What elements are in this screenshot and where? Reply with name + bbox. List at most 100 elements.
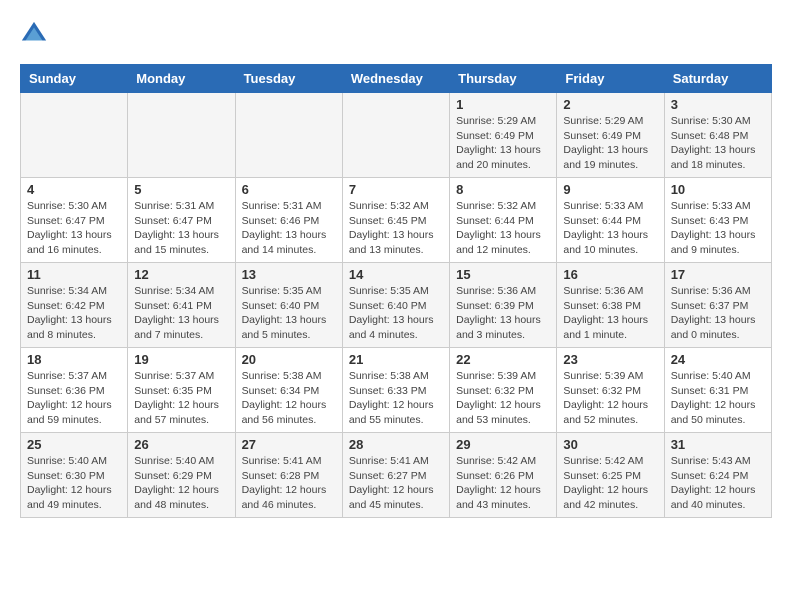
day-number: 12 xyxy=(134,267,228,282)
calendar-cell: 30 Sunrise: 5:42 AM Sunset: 6:25 PM Dayli… xyxy=(557,433,664,518)
day-info: Sunrise: 5:36 AM Sunset: 6:37 PM Dayligh… xyxy=(671,284,765,343)
calendar-cell: 13 Sunrise: 5:35 AM Sunset: 6:40 PM Dayli… xyxy=(235,263,342,348)
weekday-header-thursday: Thursday xyxy=(450,65,557,93)
day-number: 10 xyxy=(671,182,765,197)
day-info: Sunrise: 5:30 AM Sunset: 6:47 PM Dayligh… xyxy=(27,199,121,258)
calendar-cell: 12 Sunrise: 5:34 AM Sunset: 6:41 PM Dayli… xyxy=(128,263,235,348)
calendar-cell: 2 Sunrise: 5:29 AM Sunset: 6:49 PM Daylig… xyxy=(557,93,664,178)
calendar-cell: 6 Sunrise: 5:31 AM Sunset: 6:46 PM Daylig… xyxy=(235,178,342,263)
calendar-cell: 14 Sunrise: 5:35 AM Sunset: 6:40 PM Dayli… xyxy=(342,263,449,348)
day-number: 7 xyxy=(349,182,443,197)
day-number: 6 xyxy=(242,182,336,197)
day-number: 16 xyxy=(563,267,657,282)
week-row-4: 18Sunrise: 5:37 AM Sunset: 6:36 PM Dayli… xyxy=(21,348,772,433)
day-info: Sunrise: 5:37 AM Sunset: 6:35 PM Dayligh… xyxy=(134,369,228,428)
day-number: 11 xyxy=(27,267,121,282)
calendar-cell: 18Sunrise: 5:37 AM Sunset: 6:36 PM Dayli… xyxy=(21,348,128,433)
week-row-5: 25Sunrise: 5:40 AM Sunset: 6:30 PM Dayli… xyxy=(21,433,772,518)
week-row-1: 1 Sunrise: 5:29 AM Sunset: 6:49 PM Daylig… xyxy=(21,93,772,178)
day-number: 30 xyxy=(563,437,657,452)
day-info: Sunrise: 5:38 AM Sunset: 6:33 PM Dayligh… xyxy=(349,369,443,428)
day-number: 3 xyxy=(671,97,765,112)
day-info: Sunrise: 5:32 AM Sunset: 6:44 PM Dayligh… xyxy=(456,199,550,258)
calendar-table: SundayMondayTuesdayWednesdayThursdayFrid… xyxy=(20,64,772,518)
logo xyxy=(20,20,54,48)
day-info: Sunrise: 5:43 AM Sunset: 6:24 PM Dayligh… xyxy=(671,454,765,513)
calendar-cell: 17 Sunrise: 5:36 AM Sunset: 6:37 PM Dayli… xyxy=(664,263,771,348)
calendar-cell: 16 Sunrise: 5:36 AM Sunset: 6:38 PM Dayli… xyxy=(557,263,664,348)
day-number: 5 xyxy=(134,182,228,197)
day-number: 31 xyxy=(671,437,765,452)
day-info: Sunrise: 5:41 AM Sunset: 6:27 PM Dayligh… xyxy=(349,454,443,513)
day-info: Sunrise: 5:34 AM Sunset: 6:41 PM Dayligh… xyxy=(134,284,228,343)
calendar-cell: 11 Sunrise: 5:34 AM Sunset: 6:42 PM Dayli… xyxy=(21,263,128,348)
logo-icon xyxy=(20,20,48,48)
calendar-cell: 5 Sunrise: 5:31 AM Sunset: 6:47 PM Daylig… xyxy=(128,178,235,263)
calendar-cell: 7 Sunrise: 5:32 AM Sunset: 6:45 PM Daylig… xyxy=(342,178,449,263)
day-info: Sunrise: 5:42 AM Sunset: 6:26 PM Dayligh… xyxy=(456,454,550,513)
day-info: Sunrise: 5:31 AM Sunset: 6:46 PM Dayligh… xyxy=(242,199,336,258)
calendar-cell: 19 Sunrise: 5:37 AM Sunset: 6:35 PM Dayli… xyxy=(128,348,235,433)
calendar-cell: 4 Sunrise: 5:30 AM Sunset: 6:47 PM Daylig… xyxy=(21,178,128,263)
day-number: 9 xyxy=(563,182,657,197)
calendar-cell: 8 Sunrise: 5:32 AM Sunset: 6:44 PM Daylig… xyxy=(450,178,557,263)
day-number: 23 xyxy=(563,352,657,367)
calendar-cell: 26Sunrise: 5:40 AM Sunset: 6:29 PM Dayli… xyxy=(128,433,235,518)
calendar-cell: 28 Sunrise: 5:41 AM Sunset: 6:27 PM Dayli… xyxy=(342,433,449,518)
day-info: Sunrise: 5:33 AM Sunset: 6:43 PM Dayligh… xyxy=(671,199,765,258)
calendar-cell: 21 Sunrise: 5:38 AM Sunset: 6:33 PM Dayli… xyxy=(342,348,449,433)
day-number: 4 xyxy=(27,182,121,197)
day-number: 20 xyxy=(242,352,336,367)
weekday-header-sunday: Sunday xyxy=(21,65,128,93)
day-info: Sunrise: 5:30 AM Sunset: 6:48 PM Dayligh… xyxy=(671,114,765,173)
calendar-cell: 3 Sunrise: 5:30 AM Sunset: 6:48 PM Daylig… xyxy=(664,93,771,178)
day-info: Sunrise: 5:38 AM Sunset: 6:34 PM Dayligh… xyxy=(242,369,336,428)
weekday-header-saturday: Saturday xyxy=(664,65,771,93)
day-info: Sunrise: 5:36 AM Sunset: 6:39 PM Dayligh… xyxy=(456,284,550,343)
calendar-cell xyxy=(21,93,128,178)
day-info: Sunrise: 5:32 AM Sunset: 6:45 PM Dayligh… xyxy=(349,199,443,258)
day-number: 19 xyxy=(134,352,228,367)
calendar-cell xyxy=(128,93,235,178)
calendar-cell: 15Sunrise: 5:36 AM Sunset: 6:39 PM Dayli… xyxy=(450,263,557,348)
calendar-cell: 20 Sunrise: 5:38 AM Sunset: 6:34 PM Dayli… xyxy=(235,348,342,433)
calendar-cell: 10 Sunrise: 5:33 AM Sunset: 6:43 PM Dayli… xyxy=(664,178,771,263)
day-info: Sunrise: 5:40 AM Sunset: 6:31 PM Dayligh… xyxy=(671,369,765,428)
day-number: 13 xyxy=(242,267,336,282)
week-row-3: 11 Sunrise: 5:34 AM Sunset: 6:42 PM Dayli… xyxy=(21,263,772,348)
day-info: Sunrise: 5:40 AM Sunset: 6:29 PM Dayligh… xyxy=(134,454,228,513)
day-number: 14 xyxy=(349,267,443,282)
calendar-cell: 31 Sunrise: 5:43 AM Sunset: 6:24 PM Dayli… xyxy=(664,433,771,518)
calendar-cell: 24 Sunrise: 5:40 AM Sunset: 6:31 PM Dayli… xyxy=(664,348,771,433)
day-number: 2 xyxy=(563,97,657,112)
weekday-header-row: SundayMondayTuesdayWednesdayThursdayFrid… xyxy=(21,65,772,93)
day-number: 1 xyxy=(456,97,550,112)
calendar-cell: 23 Sunrise: 5:39 AM Sunset: 6:32 PM Dayli… xyxy=(557,348,664,433)
day-number: 21 xyxy=(349,352,443,367)
day-info: Sunrise: 5:39 AM Sunset: 6:32 PM Dayligh… xyxy=(563,369,657,428)
day-info: Sunrise: 5:31 AM Sunset: 6:47 PM Dayligh… xyxy=(134,199,228,258)
week-row-2: 4 Sunrise: 5:30 AM Sunset: 6:47 PM Daylig… xyxy=(21,178,772,263)
calendar-cell: 22Sunrise: 5:39 AM Sunset: 6:32 PM Dayli… xyxy=(450,348,557,433)
day-number: 28 xyxy=(349,437,443,452)
day-info: Sunrise: 5:36 AM Sunset: 6:38 PM Dayligh… xyxy=(563,284,657,343)
day-number: 24 xyxy=(671,352,765,367)
calendar-cell xyxy=(342,93,449,178)
day-number: 22 xyxy=(456,352,550,367)
weekday-header-friday: Friday xyxy=(557,65,664,93)
day-info: Sunrise: 5:35 AM Sunset: 6:40 PM Dayligh… xyxy=(242,284,336,343)
day-number: 8 xyxy=(456,182,550,197)
calendar-cell: 1 Sunrise: 5:29 AM Sunset: 6:49 PM Daylig… xyxy=(450,93,557,178)
day-info: Sunrise: 5:37 AM Sunset: 6:36 PM Dayligh… xyxy=(27,369,121,428)
day-number: 17 xyxy=(671,267,765,282)
calendar-cell: 9Sunrise: 5:33 AM Sunset: 6:44 PM Daylig… xyxy=(557,178,664,263)
day-info: Sunrise: 5:29 AM Sunset: 6:49 PM Dayligh… xyxy=(456,114,550,173)
day-number: 27 xyxy=(242,437,336,452)
day-info: Sunrise: 5:40 AM Sunset: 6:30 PM Dayligh… xyxy=(27,454,121,513)
day-info: Sunrise: 5:34 AM Sunset: 6:42 PM Dayligh… xyxy=(27,284,121,343)
day-info: Sunrise: 5:29 AM Sunset: 6:49 PM Dayligh… xyxy=(563,114,657,173)
calendar-cell xyxy=(235,93,342,178)
page-header xyxy=(20,20,772,48)
day-info: Sunrise: 5:35 AM Sunset: 6:40 PM Dayligh… xyxy=(349,284,443,343)
day-info: Sunrise: 5:42 AM Sunset: 6:25 PM Dayligh… xyxy=(563,454,657,513)
